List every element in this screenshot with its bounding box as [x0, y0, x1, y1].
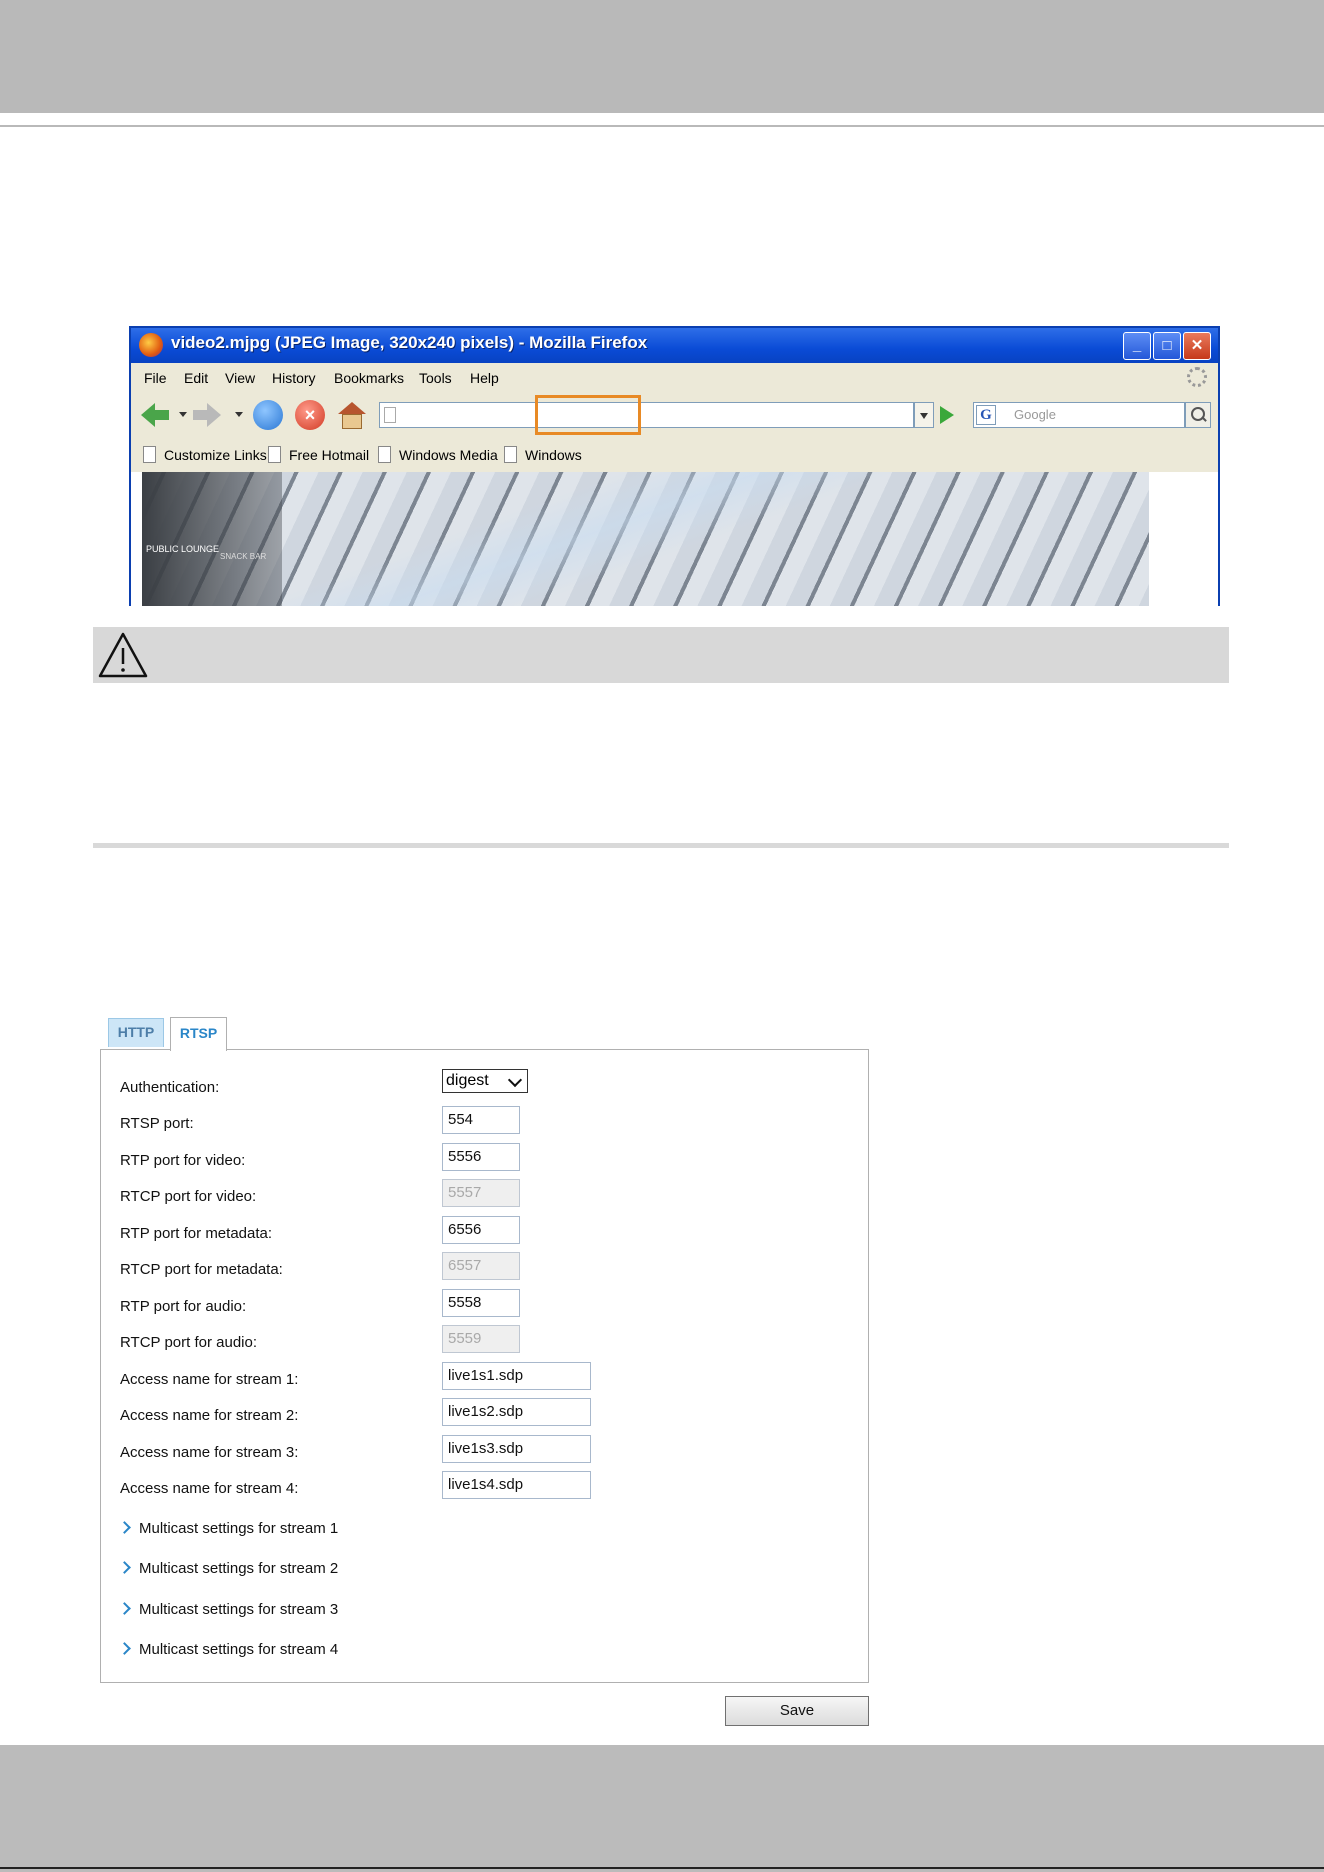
close-button[interactable]: ✕	[1183, 332, 1211, 360]
authentication-select[interactable]: digest	[442, 1069, 528, 1093]
authentication-value: digest	[446, 1072, 489, 1089]
access-name-stream2-input[interactable]: live1s2.sdp	[442, 1398, 591, 1426]
chevron-right-icon	[118, 1602, 131, 1615]
rtsp-port-label: RTSP port:	[120, 1115, 194, 1132]
menu-bar: File Edit View History Bookmarks Tools H…	[131, 363, 1218, 393]
menu-file[interactable]: File	[144, 370, 167, 386]
save-button[interactable]: Save	[725, 1696, 869, 1726]
warning-triangle-icon	[98, 632, 148, 678]
bottom-footer-band	[0, 1745, 1324, 1872]
chevron-right-icon	[118, 1521, 131, 1534]
bookmark-page-icon	[504, 446, 517, 463]
access-name-stream4-input[interactable]: live1s4.sdp	[442, 1471, 591, 1499]
image-shadow	[142, 472, 282, 606]
firefox-window: video2.mjpg (JPEG Image, 320x240 pixels)…	[129, 326, 1220, 606]
throbber-icon	[1187, 367, 1207, 387]
multicast-stream1-link[interactable]: Multicast settings for stream 1	[118, 1520, 338, 1537]
page-icon	[384, 407, 396, 423]
back-icon[interactable]	[139, 400, 169, 430]
footer-rule	[0, 1867, 1324, 1869]
search-icon[interactable]	[1185, 402, 1211, 428]
bookmark-free-hotmail[interactable]: Free Hotmail	[268, 446, 369, 463]
forward-icon[interactable]	[193, 400, 223, 430]
menu-tools[interactable]: Tools	[419, 370, 452, 386]
rtp-video-port-input[interactable]: 5556	[442, 1143, 520, 1171]
go-icon[interactable]	[940, 406, 954, 424]
firefox-logo-icon	[139, 333, 163, 357]
header-rule	[0, 125, 1324, 127]
window-title: video2.mjpg (JPEG Image, 320x240 pixels)…	[171, 333, 648, 352]
rtcp-metadata-port-label: RTCP port for metadata:	[120, 1261, 283, 1278]
menu-view[interactable]: View	[225, 370, 255, 386]
stop-icon[interactable]: ×	[295, 400, 325, 430]
url-input[interactable]	[379, 402, 914, 428]
window-titlebar: video2.mjpg (JPEG Image, 320x240 pixels)…	[131, 328, 1218, 363]
bookmark-page-icon	[268, 446, 281, 463]
tab-rtsp[interactable]: RTSP	[170, 1017, 227, 1051]
chevron-right-icon	[118, 1561, 131, 1574]
chevron-right-icon	[118, 1642, 131, 1655]
forward-dropdown-icon[interactable]	[235, 412, 243, 417]
rtp-audio-port-input[interactable]: 5558	[442, 1289, 520, 1317]
access-name-stream1-label: Access name for stream 1:	[120, 1371, 299, 1388]
minimize-button[interactable]: _	[1123, 332, 1151, 360]
bookmark-page-icon	[378, 446, 391, 463]
section-divider	[93, 843, 1229, 848]
image-sign-lounge: PUBLIC LOUNGE	[146, 544, 220, 554]
image-sign-snack: SNACK BAR	[220, 552, 267, 561]
warning-bar	[93, 627, 1229, 683]
home-icon[interactable]	[337, 400, 367, 430]
top-header-band	[0, 0, 1324, 113]
rtcp-video-port-label: RTCP port for video:	[120, 1188, 257, 1205]
access-name-stream2-label: Access name for stream 2:	[120, 1407, 299, 1424]
authentication-label: Authentication:	[120, 1079, 220, 1096]
bookmark-page-icon	[143, 446, 156, 463]
access-name-stream4-label: Access name for stream 4:	[120, 1480, 299, 1497]
multicast-stream3-link[interactable]: Multicast settings for stream 3	[118, 1601, 338, 1618]
menu-bookmarks[interactable]: Bookmarks	[334, 370, 404, 386]
bookmark-customize-links[interactable]: Customize Links	[143, 446, 267, 463]
navigation-toolbar: × G Google	[131, 393, 1218, 438]
rtp-metadata-port-input[interactable]: 6556	[442, 1216, 520, 1244]
access-name-stream1-input[interactable]: live1s1.sdp	[442, 1362, 591, 1390]
menu-edit[interactable]: Edit	[184, 370, 208, 386]
rtcp-metadata-port-input: 6557	[442, 1252, 520, 1280]
multicast-stream2-link[interactable]: Multicast settings for stream 2	[118, 1560, 338, 1577]
bookmarks-toolbar: Customize Links Free Hotmail Windows Med…	[131, 438, 1218, 472]
back-dropdown-icon[interactable]	[179, 412, 187, 417]
url-history-dropdown[interactable]	[914, 402, 934, 428]
rtcp-video-port-input: 5557	[442, 1179, 520, 1207]
menu-help[interactable]: Help	[470, 370, 499, 386]
bookmark-windows[interactable]: Windows	[504, 446, 582, 463]
rtp-metadata-port-label: RTP port for metadata:	[120, 1225, 273, 1242]
rtcp-audio-port-input: 5559	[442, 1325, 520, 1353]
search-placeholder: Google	[1014, 407, 1056, 422]
search-input[interactable]: G Google	[973, 402, 1185, 428]
rtp-audio-port-label: RTP port for audio:	[120, 1298, 247, 1315]
tab-http[interactable]: HTTP	[108, 1018, 164, 1047]
browser-content: PUBLIC LOUNGE SNACK BAR	[131, 472, 1218, 606]
access-name-stream3-label: Access name for stream 3:	[120, 1444, 299, 1461]
rtsp-port-input[interactable]: 554	[442, 1106, 520, 1134]
menu-history[interactable]: History	[272, 370, 316, 386]
bookmark-windows-media[interactable]: Windows Media	[378, 446, 498, 463]
camera-snapshot-image: PUBLIC LOUNGE SNACK BAR	[142, 472, 1149, 606]
url-highlight-box	[535, 395, 641, 435]
access-name-stream3-input[interactable]: live1s3.sdp	[442, 1435, 591, 1463]
search-engine-icon[interactable]: G	[976, 405, 996, 425]
multicast-stream4-link[interactable]: Multicast settings for stream 4	[118, 1641, 338, 1658]
maximize-button[interactable]: □	[1153, 332, 1181, 360]
rtp-video-port-label: RTP port for video:	[120, 1152, 246, 1169]
chevron-down-icon	[507, 1072, 523, 1088]
rtcp-audio-port-label: RTCP port for audio:	[120, 1334, 258, 1351]
reload-icon[interactable]	[253, 400, 283, 430]
